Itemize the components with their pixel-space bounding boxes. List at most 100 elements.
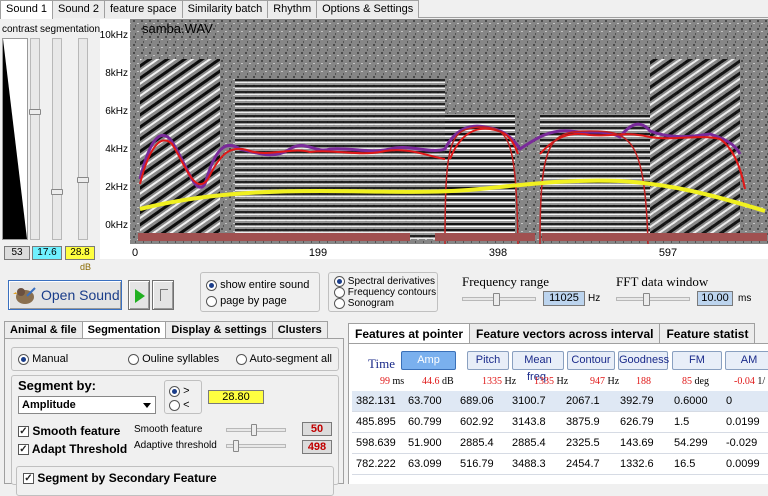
mode-sonogram[interactable]: Sonogram — [334, 298, 394, 309]
chevron-down-icon — [143, 403, 151, 408]
smooth-feature-slider-label: Smooth feature — [134, 424, 203, 435]
x-tick-199: 199 — [309, 247, 327, 259]
tab-display-settings[interactable]: Display & settings — [165, 321, 273, 338]
secondary-feature-checkbox[interactable]: ✓ Segment by Secondary Feature — [23, 471, 217, 485]
segmentation-value-1: 17.6 — [32, 246, 62, 260]
table-row[interactable]: 782.222 63.099 516.79 3488.3 2454.7 1332.6 16.… — [352, 454, 768, 475]
fft-window-value[interactable]: 10.00 — [697, 291, 733, 306]
adaptive-threshold-slider[interactable] — [226, 440, 286, 452]
open-sound-label: Open Sound — [41, 287, 120, 303]
column-mean-freq-button[interactable]: Mean freq. — [512, 351, 564, 383]
contrast-slider-thumb[interactable] — [29, 109, 41, 115]
segmentation-label: segmentation — [40, 24, 101, 35]
fft-window-slider[interactable] — [616, 293, 690, 306]
fft-window-unit: ms — [738, 293, 752, 304]
mode-manual[interactable]: Manual — [18, 353, 68, 365]
spectrogram-filename: samba.WAV — [142, 21, 213, 36]
contrast-slider[interactable] — [29, 38, 41, 240]
secondary-feature-group: ✓ Segment by Secondary Feature — [16, 466, 334, 496]
frequency-range-slider[interactable] — [462, 293, 536, 306]
threshold-value[interactable]: 28.80 — [208, 390, 264, 404]
column-amp-button[interactable]: Amp — [401, 351, 456, 370]
stop-button[interactable] — [152, 280, 174, 310]
tab-features-at-pointer[interactable]: Features at pointer — [348, 323, 471, 343]
x-tick-398: 398 — [489, 247, 507, 259]
settings-tab-bar: Animal & file Segmentation Display & set… — [4, 321, 328, 338]
time-label: Time — [368, 356, 395, 371]
features-table: 382.131 63.700 689.06 3100.7 2067.1 392.79 0.6… — [352, 391, 768, 475]
adaptive-threshold-label: Adaptive threshold — [134, 440, 217, 451]
comparison-greater[interactable]: > — [169, 385, 190, 397]
segmentation-slider-1[interactable] — [51, 38, 63, 240]
segment-by-label: Segment by: — [18, 378, 97, 393]
tab-sound-2[interactable]: Sound 2 — [51, 0, 105, 18]
smooth-feature-thumb[interactable] — [251, 424, 257, 436]
tab-similarity-batch[interactable]: Similarity batch — [181, 0, 269, 18]
mode-spectral-derivatives[interactable]: Spectral derivatives — [334, 276, 435, 287]
tab-sound-1[interactable]: Sound 1 — [0, 0, 53, 19]
y-tick-2khz: 2kHz — [105, 182, 128, 193]
column-pitch-button[interactable]: Pitch — [467, 351, 509, 370]
comparison-less[interactable]: < — [169, 399, 190, 411]
y-tick-4khz: 4kHz — [105, 144, 128, 155]
mode-frequency-contours[interactable]: Frequency contours — [334, 287, 436, 298]
smooth-feature-checkbox[interactable]: ✓ Smooth feature — [18, 424, 120, 438]
column-am-button[interactable]: AM — [725, 351, 768, 370]
stop-icon — [160, 289, 168, 301]
fft-window-thumb[interactable] — [643, 293, 650, 306]
tab-clusters[interactable]: Clusters — [271, 321, 328, 338]
frequency-range-unit: Hz — [588, 293, 601, 304]
tab-animal-file[interactable]: Animal & file — [4, 321, 83, 338]
smooth-feature-value: 50 — [302, 422, 332, 436]
column-goodness-button[interactable]: Goodness — [618, 351, 669, 370]
frequency-range-value[interactable]: 11025 — [543, 291, 585, 306]
tab-options-settings[interactable]: Options & Settings — [316, 0, 420, 18]
contrast-value: 53 — [4, 246, 30, 260]
tab-feature-statistics[interactable]: Feature statist — [659, 323, 756, 343]
tab-segmentation[interactable]: Segmentation — [81, 321, 167, 338]
segmentation-panel: Manual Ouline syllables Auto-segment all… — [4, 338, 344, 496]
contrast-label: contrast — [2, 24, 38, 35]
segment-by-select[interactable]: Amplitude — [18, 396, 156, 414]
tab-rhythm[interactable]: Rhythm — [267, 0, 318, 18]
mode-outline-syllables[interactable]: Ouline syllables — [128, 353, 219, 365]
table-row[interactable]: 485.895 60.799 602.92 3143.8 3875.9 626.79 1.5… — [352, 412, 768, 433]
adapt-threshold-checkbox[interactable]: ✓ Adapt Threshold — [18, 442, 127, 456]
segmentation-slider-2[interactable] — [77, 38, 89, 240]
segmentation-slider-1-thumb[interactable] — [51, 189, 63, 195]
x-tick-597: 597 — [659, 247, 677, 259]
contrast-gradient[interactable] — [2, 38, 28, 240]
play-button[interactable] — [128, 280, 150, 310]
pointer-values-row: 99 ms 44.6 dB 1335 Hz 1335 Hz 947 Hz 188… — [380, 376, 766, 387]
segmentation-mode-group: Manual Ouline syllables Auto-segment all — [11, 347, 339, 371]
y-tick-6khz: 6kHz — [105, 106, 128, 117]
comparison-group: > < — [164, 380, 202, 414]
segmentation-slider-2-thumb[interactable] — [77, 177, 89, 183]
y-tick-0khz: 0kHz — [105, 220, 128, 231]
view-option-page[interactable]: page by page — [206, 295, 287, 307]
open-sound-button[interactable]: Open Sound — [8, 280, 122, 310]
table-row[interactable]: 598.639 51.900 2885.4 2885.4 2325.5 143.69 54.… — [352, 433, 768, 454]
adaptive-threshold-thumb[interactable] — [233, 440, 239, 452]
table-row[interactable]: 382.131 63.700 689.06 3100.7 2067.1 392.79 0.6… — [352, 391, 768, 412]
column-contour-button[interactable]: Contour — [567, 351, 615, 370]
features-tab-bar: Features at pointer Feature vectors acro… — [348, 323, 756, 343]
segment-by-group: Segment by: Amplitude > < 28.80 ✓ Smooth… — [11, 375, 339, 496]
frequency-range-thumb[interactable] — [493, 293, 500, 306]
x-tick-0: 0 — [132, 247, 138, 259]
view-options-group: show entire sound page by page — [200, 272, 320, 312]
db-unit-label: dB — [80, 262, 92, 272]
view-option-entire[interactable]: show entire sound — [206, 279, 309, 291]
column-fm-button[interactable]: FM — [672, 351, 722, 370]
adaptive-threshold-value: 498 — [302, 440, 332, 454]
y-tick-8khz: 8kHz — [105, 68, 128, 79]
segmentation-value-2: 28.8 — [65, 246, 95, 260]
smooth-feature-slider[interactable] — [226, 424, 286, 436]
spectrogram-canvas[interactable]: samba.WAV 10kHz 8kHz 6kHz 4kHz 2kHz 0kHz… — [100, 19, 768, 259]
tab-feature-space[interactable]: feature space — [103, 0, 183, 18]
play-icon — [135, 289, 145, 303]
mode-auto-segment[interactable]: Auto-segment all — [236, 353, 332, 365]
spectrogram-panel[interactable]: samba.WAV 10kHz 8kHz 6kHz 4kHz 2kHz 0kHz… — [100, 19, 768, 259]
y-tick-10khz: 10kHz — [100, 30, 128, 41]
tab-feature-vectors[interactable]: Feature vectors across interval — [469, 323, 661, 343]
